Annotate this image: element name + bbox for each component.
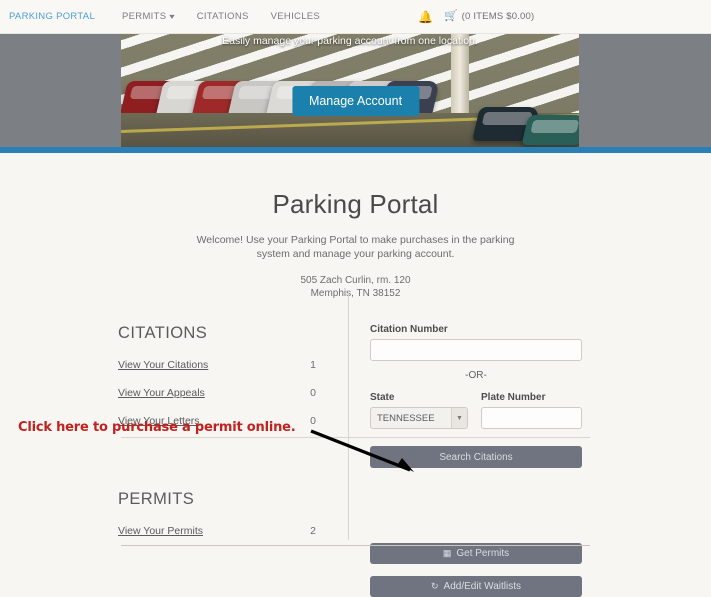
citation-number-input[interactable] [370, 339, 582, 361]
get-permits-button[interactable]: ▦ Get Permits [370, 543, 582, 564]
state-plate-group: State TENNESSEE ▼ Plate Number [370, 392, 582, 429]
hero-banner: Easily manage your parking account from … [0, 34, 711, 147]
cart-summary-label: (0 ITEMS $0.00) [461, 11, 535, 22]
nav-brand-label: PARKING PORTAL [9, 11, 96, 22]
left-column: CITATIONS View Your Citations 1 View You… [118, 324, 348, 597]
address-line-2: Memphis, TN 38152 [310, 288, 401, 299]
page-title: Parking Portal [272, 189, 439, 219]
search-button-wrapper: Search Citations [370, 446, 582, 468]
two-column-area: CITATIONS View Your Citations 1 View You… [0, 324, 711, 597]
permits-count: 2 [310, 525, 316, 537]
nav-item-vehicles[interactable]: VEHICLES [260, 11, 331, 22]
view-your-permits-link[interactable]: View Your Permits [118, 525, 203, 537]
plate-field-group: Plate Number [481, 392, 582, 429]
state-label: State [370, 392, 395, 403]
nav-item-vehicles-label: VEHICLES [270, 11, 321, 22]
citations-count: 1 [310, 359, 316, 371]
citations-heading: CITATIONS [118, 324, 208, 342]
view-your-citations-link[interactable]: View Your Citations [118, 359, 208, 371]
permits-row: View Your Permits 2 [118, 525, 316, 537]
plate-number-label: Plate Number [481, 392, 546, 403]
permit-action-buttons: ▦ Get Permits ↻ Add/Edit Waitlists [370, 543, 582, 597]
view-your-appeals-link[interactable]: View Your Appeals [118, 387, 205, 399]
address-line-1: 505 Zach Curlin, rm. 120 [300, 275, 411, 286]
nav-utility-group: 🔔 🛒 (0 ITEMS $0.00) [418, 0, 534, 33]
citation-number-label: Citation Number [370, 324, 448, 335]
column-divider [348, 290, 349, 540]
hero-tagline: Easily manage your parking account from … [222, 35, 478, 47]
or-separator: -OR- [465, 370, 487, 381]
add-edit-waitlists-label: Add/Edit Waitlists [443, 581, 521, 592]
permits-block: PERMITS View Your Permits 2 [118, 490, 348, 537]
search-citations-label: Search Citations [439, 451, 513, 463]
nav-item-permits-label: PERMITS [122, 11, 167, 22]
nav-item-permits[interactable]: PERMITS ▾ [111, 11, 186, 22]
permits-heading: PERMITS [118, 490, 195, 508]
manage-account-button[interactable]: Manage Account [291, 86, 420, 116]
right-column: Citation Number -OR- State TENNESSEE ▼ P… [370, 324, 582, 597]
get-permits-label: Get Permits [456, 548, 510, 559]
waitlist-button-wrapper: ↻ Add/Edit Waitlists [370, 576, 582, 597]
nav-links-group: PARKING PORTAL PERMITS ▾ CITATIONS VEHIC… [0, 11, 331, 22]
refresh-sync-icon: ↻ [431, 581, 439, 591]
state-select-wrapper: TENNESSEE ▼ [370, 407, 468, 429]
page-address: 505 Zach Curlin, rm. 120 Memphis, TN 381… [0, 274, 711, 300]
citations-row: View Your Appeals 0 [118, 387, 316, 399]
search-citations-button[interactable]: Search Citations [370, 446, 582, 468]
chevron-down-icon: ▾ [169, 11, 176, 21]
state-field-group: State TENNESSEE ▼ [370, 392, 471, 429]
plate-number-input[interactable] [481, 407, 582, 429]
parked-car [521, 115, 579, 145]
citations-row: View Your Citations 1 [118, 359, 316, 371]
grid-columns-icon: ▦ [442, 548, 452, 558]
page-header: Parking Portal Welcome! Use your Parking… [0, 153, 711, 300]
notification-bell-icon[interactable]: 🔔 [418, 11, 433, 23]
shopping-cart-icon: 🛒 [443, 10, 458, 22]
footer-divider [121, 545, 590, 546]
nav-brand-parking-portal[interactable]: PARKING PORTAL [9, 11, 111, 22]
cart-summary[interactable]: 🛒 (0 ITEMS $0.00) [443, 10, 535, 23]
top-navigation-bar: PARKING PORTAL PERMITS ▾ CITATIONS VEHIC… [0, 0, 711, 34]
state-select[interactable]: TENNESSEE [370, 407, 468, 429]
section-divider [121, 437, 590, 438]
nav-item-citations[interactable]: CITATIONS [186, 11, 260, 22]
appeals-count: 0 [310, 387, 316, 399]
page-content: Parking Portal Welcome! Use your Parking… [0, 153, 711, 597]
page-welcome-text: Welcome! Use your Parking Portal to make… [196, 234, 515, 260]
letters-count: 0 [310, 415, 316, 427]
nav-item-citations-label: CITATIONS [196, 11, 249, 22]
add-edit-waitlists-button[interactable]: ↻ Add/Edit Waitlists [370, 576, 582, 597]
annotation-text: Click here to purchase a permit online. [18, 420, 296, 435]
